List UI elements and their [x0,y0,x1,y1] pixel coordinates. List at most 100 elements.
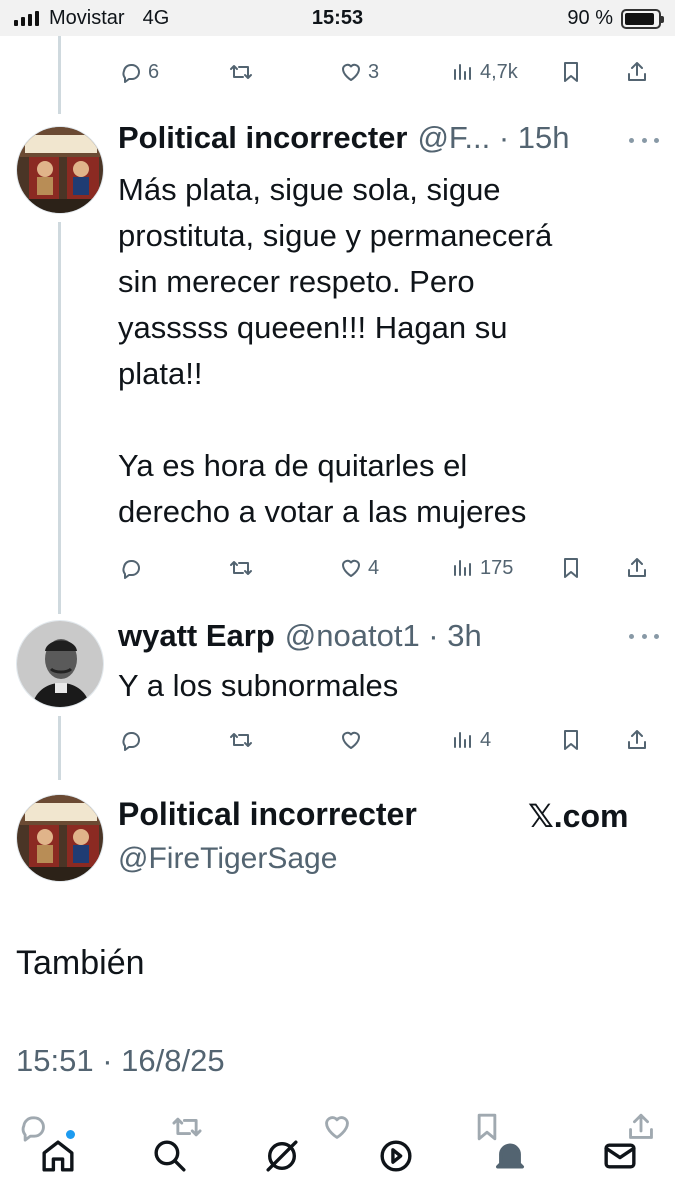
battery-percent: 90 % [567,7,613,29]
tweet-text-line [118,397,638,443]
grok-icon [266,1140,298,1172]
search-icon [154,1140,186,1172]
share-button[interactable] [624,52,650,92]
author-name[interactable]: wyatt Earp [118,618,275,654]
bookmark-icon [564,558,578,578]
views-count: 4,7k [480,60,518,83]
battery-icon [621,8,664,29]
bookmark-button[interactable] [558,52,584,92]
like-button[interactable] [338,720,364,760]
bookmark-button[interactable] [558,548,584,588]
nav-notifications[interactable] [490,1136,530,1176]
tweet-text-line: Y a los subnormales [118,668,399,703]
avatar[interactable] [16,126,104,214]
reply-icon [122,63,140,83]
thread-line [58,222,61,614]
author-meta: @noatot1 · 3h [284,618,482,653]
tweet-actions: 4 [118,720,663,760]
tweet-text-line: Más plata, sigue sola, sigue [118,172,501,207]
video-icon [380,1140,412,1172]
heart-icon [342,731,360,749]
tweet-actions: 4 175 [118,548,663,588]
reply-icon [122,559,140,579]
tweet-text-line: derecho a votar a las mujeres [118,494,527,529]
reply-button[interactable] [118,720,144,760]
signal-icon [14,11,39,26]
like-button[interactable] [320,1110,354,1144]
thread-line [58,716,61,780]
nav-search[interactable] [150,1136,190,1176]
author-name[interactable]: Political incorrecter [118,120,407,156]
home-icon [42,1140,74,1172]
more-options-icon[interactable] [629,634,659,644]
avatar-cartoon-image [17,127,103,213]
thread-line [58,36,61,114]
tweet-text-line: yasssss queeen!!! Hagan su [118,310,508,345]
status-bar: Movistar 4G 15:53 90 % [0,0,675,36]
nav-video[interactable] [376,1136,416,1176]
reply-button[interactable] [118,548,144,588]
author-meta: @F... · 15h [417,120,570,155]
tweet-text: También [16,944,145,982]
more-options-icon[interactable] [629,138,659,148]
tweet-text-line: Ya es hora de quitarles el [118,448,468,483]
share-icon [628,558,646,577]
avatar[interactable] [16,794,104,882]
retweet-icon [230,733,252,747]
tweet-text-line: prostituta, sigue y permanecerá [118,218,553,253]
author-name[interactable]: Political incorrecter [118,796,417,833]
views-icon [454,732,471,748]
like-button[interactable]: 4 [338,548,379,588]
bookmark-button[interactable] [558,720,584,760]
tweet-timestamp: 15:51 · 16/8/25 [16,1043,225,1078]
reply-count: 6 [148,60,160,83]
share-button[interactable] [624,720,650,760]
reply-button[interactable]: 6 [118,52,159,92]
x-watermark: 𝕏.com [528,798,629,834]
share-icon [628,730,646,749]
avatar[interactable] [16,620,104,708]
views-icon [454,64,471,80]
views-count: 175 [480,556,514,579]
tweet-text-line: sin merecer respeto. Pero [118,264,475,299]
heart-icon [342,559,360,577]
bookmark-icon [564,62,578,82]
share-icon [628,62,646,81]
nav-home[interactable] [38,1136,78,1176]
like-count: 3 [368,60,380,83]
bottom-nav [0,1100,675,1200]
heart-icon [342,63,360,81]
views-button[interactable]: 175 [450,548,513,588]
share-button[interactable] [624,548,650,588]
messages-icon [604,1143,636,1169]
retweet-button[interactable] [228,52,254,92]
tweet-actions: 6 3 4,7k [118,52,663,92]
tweet-text: Más plata, sigue sola, sigue prostituta,… [118,167,638,535]
avatar-photo-image [17,621,103,707]
views-count: 4 [480,728,492,751]
retweet-button[interactable] [228,720,254,760]
nav-messages[interactable] [600,1136,640,1176]
bookmark-icon [564,730,578,750]
retweet-icon [230,561,252,575]
avatar-cartoon-image [17,795,103,881]
retweet-icon [230,65,252,79]
network-label: 4G [142,7,170,29]
like-button[interactable]: 3 [338,52,379,92]
like-count: 4 [368,556,380,579]
carrier-label: Movistar [49,7,125,29]
tweet-text: Y a los subnormales [118,663,638,709]
retweet-button[interactable] [228,548,254,588]
tweet-header: Political incorrecter @F... · 15h [118,120,570,156]
notification-dot [66,1130,75,1139]
views-icon [454,560,471,576]
nav-grok[interactable] [262,1136,302,1176]
views-button[interactable]: 4,7k [450,52,518,92]
heart-icon [325,1116,349,1139]
tweet-text-line: plata!! [118,356,203,391]
author-handle[interactable]: @FireTigerSage [118,842,337,876]
views-button[interactable]: 4 [450,720,491,760]
notifications-icon [496,1143,524,1169]
reply-icon [122,731,140,751]
tweet-header: wyatt Earp @noatot1 · 3h [118,618,482,654]
